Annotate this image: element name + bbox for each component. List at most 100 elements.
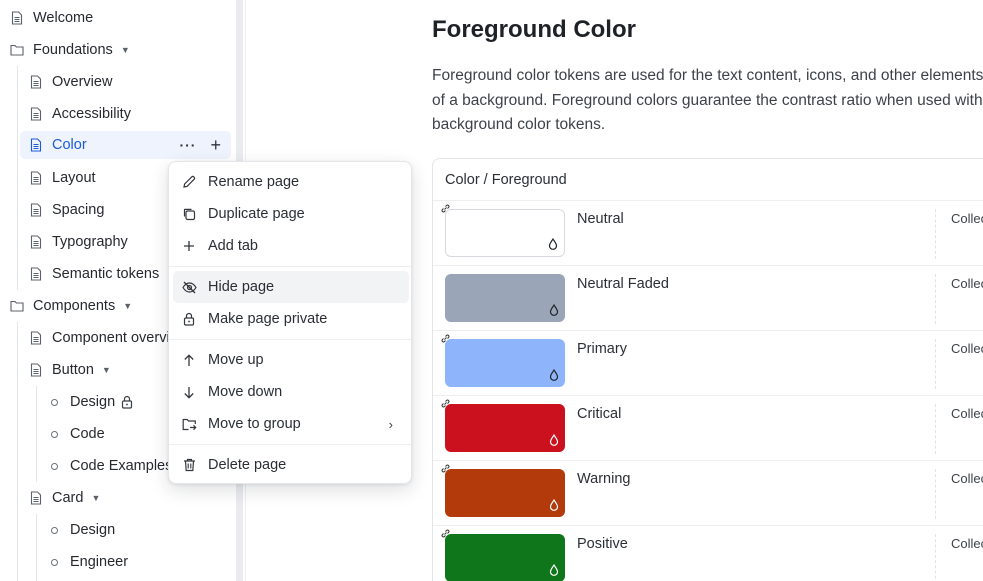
menu-item-label: Delete page bbox=[208, 457, 287, 473]
folder-move-icon bbox=[181, 416, 197, 432]
duplicate-icon bbox=[181, 206, 197, 222]
column-divider bbox=[935, 274, 936, 324]
color-swatch[interactable] bbox=[445, 339, 565, 387]
link-icon[interactable] bbox=[441, 464, 450, 473]
chevron-right-icon: › bbox=[388, 416, 393, 432]
token-row: Primary Collection bbox=[433, 331, 983, 396]
menu-item-delete-page[interactable]: Delete page bbox=[173, 449, 409, 481]
sidebar-group-label: Foundations bbox=[33, 42, 113, 58]
eye-off-icon bbox=[181, 279, 197, 295]
page-icon bbox=[10, 10, 24, 26]
link-icon[interactable] bbox=[441, 334, 450, 343]
page-icon bbox=[29, 202, 43, 218]
tab-dot-icon bbox=[51, 526, 58, 534]
sidebar-item-component-overview[interactable]: Component overview bbox=[29, 324, 188, 352]
token-name: Warning bbox=[577, 471, 631, 487]
menu-divider bbox=[169, 444, 411, 445]
menu-item-rename-page[interactable]: Rename page bbox=[173, 166, 409, 198]
color-swatch[interactable] bbox=[445, 404, 565, 452]
tab-dot-icon bbox=[51, 398, 58, 406]
token-name: Critical bbox=[577, 406, 622, 422]
trash-icon bbox=[181, 457, 197, 473]
sidebar-group-label: Components bbox=[33, 298, 116, 314]
sidebar-subitem-card-engineer[interactable]: Engineer bbox=[48, 548, 128, 576]
menu-item-label: Make page private bbox=[208, 311, 328, 327]
column-divider bbox=[935, 339, 936, 389]
page-icon bbox=[29, 330, 43, 346]
sidebar-item-spacing[interactable]: Spacing bbox=[29, 196, 104, 224]
sidebar-item-layout[interactable]: Layout bbox=[29, 164, 96, 192]
token-row: Neutral Faded Collection bbox=[433, 266, 983, 331]
page-icon bbox=[29, 170, 43, 186]
sidebar-item-label: Code Examples bbox=[70, 458, 173, 474]
tree-guide-line bbox=[17, 322, 18, 581]
menu-item-move-down[interactable]: Move down bbox=[173, 376, 409, 408]
menu-item-duplicate-page[interactable]: Duplicate page bbox=[173, 198, 409, 230]
token-row: Critical Collection bbox=[433, 396, 983, 461]
sidebar-subitem-button-code[interactable]: Code bbox=[48, 420, 105, 448]
sidebar-item-color[interactable]: Color ··· + bbox=[20, 131, 231, 159]
add-subpage-icon[interactable]: + bbox=[210, 136, 221, 154]
sidebar-item-semantic-tokens[interactable]: Semantic tokens bbox=[29, 260, 159, 288]
menu-item-label: Move down bbox=[208, 384, 283, 400]
caret-down-icon[interactable]: ▼ bbox=[123, 301, 132, 311]
more-options-icon[interactable]: ··· bbox=[179, 137, 196, 153]
sidebar-subitem-button-code-examples[interactable]: Code Examples bbox=[48, 452, 172, 480]
sidebar-subitem-button-design[interactable]: Design bbox=[48, 388, 133, 416]
row-actions: ··· + bbox=[179, 131, 221, 159]
menu-item-make-page-private[interactable]: Make page private bbox=[173, 303, 409, 335]
color-swatch[interactable] bbox=[445, 274, 565, 322]
menu-item-add-tab[interactable]: Add tab bbox=[173, 230, 409, 262]
tree-guide-line bbox=[36, 386, 37, 482]
menu-item-label: Duplicate page bbox=[208, 206, 305, 222]
drop-icon bbox=[548, 238, 558, 250]
link-icon[interactable] bbox=[441, 204, 450, 213]
menu-item-move-up[interactable]: Move up bbox=[173, 344, 409, 376]
arrow-down-icon bbox=[181, 384, 197, 400]
menu-item-move-to-group[interactable]: Move to group › bbox=[173, 408, 409, 440]
sidebar-item-label: Overview bbox=[52, 74, 113, 90]
sidebar-item-welcome[interactable]: Welcome bbox=[10, 4, 93, 32]
token-name: Neutral bbox=[577, 211, 624, 227]
sidebar-group-components[interactable]: Components ▼ bbox=[10, 292, 132, 320]
page-icon bbox=[29, 362, 43, 378]
sidebar-item-label: Card bbox=[52, 490, 84, 506]
collection-label: Collection bbox=[951, 211, 983, 226]
caret-down-icon[interactable]: ▼ bbox=[121, 45, 130, 55]
sidebar-item-label: Button bbox=[52, 362, 94, 378]
color-token-table: Color / Foreground Neutral Collection Ne… bbox=[432, 158, 983, 581]
sidebar-item-label: Code bbox=[70, 426, 105, 442]
sidebar-item-label: Welcome bbox=[33, 10, 94, 26]
link-icon[interactable] bbox=[441, 529, 450, 538]
page-icon bbox=[29, 234, 43, 250]
description-line: of a background. Foreground colors guara… bbox=[432, 91, 983, 109]
token-name: Primary bbox=[577, 341, 627, 357]
drop-icon bbox=[549, 369, 559, 381]
folder-icon bbox=[10, 298, 24, 314]
menu-divider bbox=[169, 266, 411, 267]
sidebar-item-accessibility[interactable]: Accessibility bbox=[29, 100, 131, 128]
sidebar-item-label: Design bbox=[70, 394, 116, 410]
sidebar-item-typography[interactable]: Typography bbox=[29, 228, 128, 256]
caret-down-icon[interactable]: ▼ bbox=[102, 365, 111, 375]
page-icon bbox=[29, 106, 43, 122]
color-swatch[interactable] bbox=[445, 209, 565, 257]
column-divider bbox=[935, 404, 936, 454]
tab-dot-icon bbox=[51, 558, 58, 566]
link-icon[interactable] bbox=[441, 399, 450, 408]
color-swatch[interactable] bbox=[445, 469, 565, 517]
sidebar-group-foundations[interactable]: Foundations ▼ bbox=[10, 36, 130, 64]
sidebar-item-button[interactable]: Button ▼ bbox=[29, 356, 111, 384]
folder-icon bbox=[10, 42, 24, 58]
sidebar-item-overview[interactable]: Overview bbox=[29, 68, 112, 96]
collection-label: Collection bbox=[951, 276, 983, 291]
sidebar-item-label: Semantic tokens bbox=[52, 266, 160, 282]
menu-item-label: Add tab bbox=[208, 238, 258, 254]
menu-item-hide-page[interactable]: Hide page bbox=[173, 271, 409, 303]
sidebar-item-card[interactable]: Card ▼ bbox=[29, 484, 100, 512]
caret-down-icon[interactable]: ▼ bbox=[91, 493, 100, 503]
arrow-up-icon bbox=[181, 352, 197, 368]
sidebar-subitem-card-design[interactable]: Design bbox=[48, 516, 115, 544]
description-line: Foreground color tokens are used for the… bbox=[432, 67, 983, 84]
color-swatch[interactable] bbox=[445, 534, 565, 581]
